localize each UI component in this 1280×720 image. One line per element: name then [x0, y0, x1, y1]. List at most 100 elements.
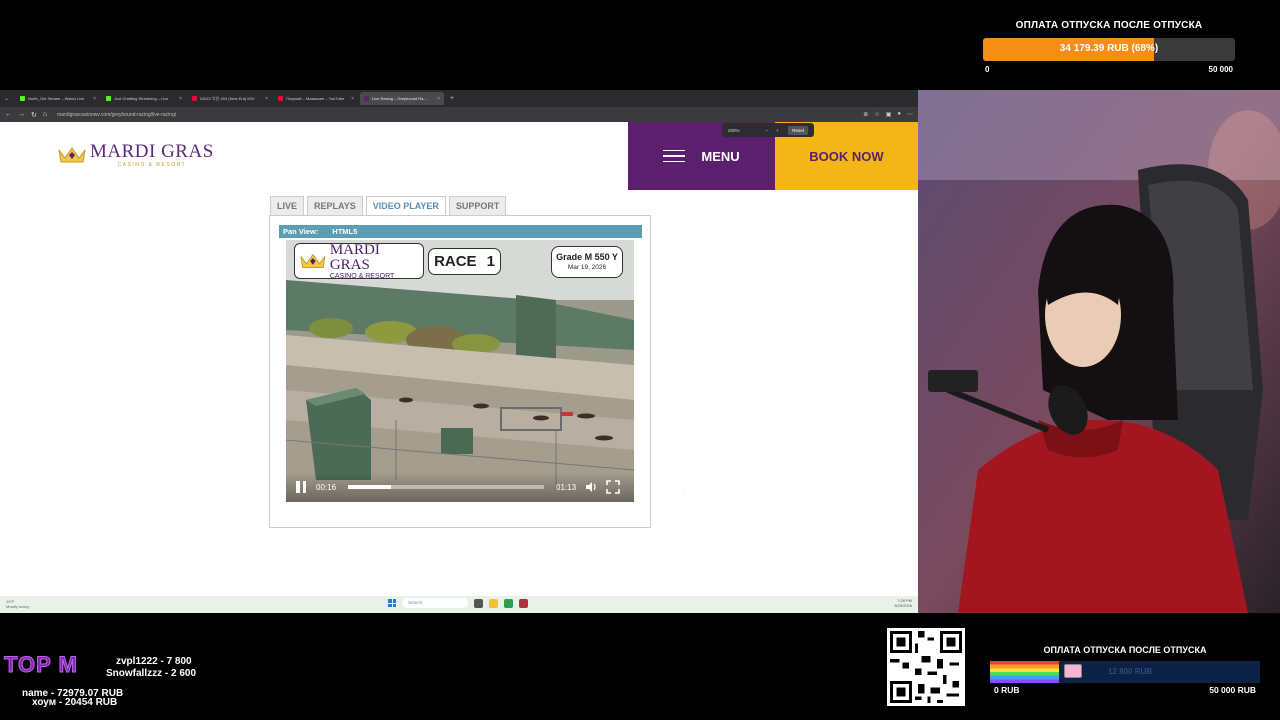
- browser-tab-0[interactable]: North_Girl Stream – Watch Live ×: [16, 92, 100, 105]
- logo-text: MARDI GRAS: [90, 141, 214, 162]
- favicon-icon: [20, 96, 25, 101]
- tab-label: North_Girl Stream – Watch Live: [28, 96, 85, 101]
- reload-icon[interactable]: ↻: [31, 111, 37, 119]
- browser-tab-2[interactable]: IGIDS 악인 404 (New Era) M/V ×: [188, 92, 272, 105]
- site-logo[interactable]: MARDI GRAS CASINO & RESORT: [57, 142, 214, 168]
- race-grade: Grade M 550 Y: [556, 252, 618, 262]
- task-view-icon[interactable]: [474, 598, 483, 608]
- donor-entry: хоум - 20454 RUB: [32, 697, 118, 708]
- zoom-level: 200%: [728, 127, 740, 133]
- star-icon[interactable]: ☆: [874, 111, 879, 118]
- back-icon[interactable]: ←: [5, 111, 12, 118]
- favicon-icon: [278, 96, 283, 101]
- favicon-icon: [106, 96, 111, 101]
- hamburger-icon: [663, 149, 686, 163]
- race-date: Mar 19, 2026: [567, 264, 607, 271]
- goal-amount: 12 800 RUB: [1108, 667, 1153, 676]
- url-field[interactable]: mardigrascasinowv.com/greyhound-racing/l…: [53, 112, 857, 118]
- menu-label: MENU: [701, 148, 740, 164]
- os-taskbar: 19°F Mostly sunny Search 7:28 PM 3/20/20…: [0, 596, 918, 613]
- tab-video-player[interactable]: VIDEO PLAYER: [365, 196, 446, 216]
- browser-tab-3[interactable]: Покупай – Мамашин – YouTube ×: [274, 92, 358, 105]
- book-label: BOOK NOW: [809, 148, 884, 164]
- chrome-icon[interactable]: [504, 598, 513, 608]
- fullscreen-icon[interactable]: [606, 480, 620, 494]
- goal-title: ОПЛАТА ОТПУСКА ПОСЛЕ ОТПУСКА: [1015, 20, 1203, 31]
- close-icon[interactable]: ×: [351, 96, 354, 102]
- goal-progress-fill: [990, 661, 1060, 683]
- tab-label: Live Racing – Greyhound Ra…: [372, 96, 428, 101]
- goal-max: 50 000: [1208, 65, 1233, 74]
- tab-label: Покупай – Мамашин – YouTube: [286, 96, 345, 101]
- goal-title: ОПЛАТА ОТПУСКА ПОСЛЕ ОТПУСКА: [1043, 645, 1207, 655]
- close-icon[interactable]: ×: [437, 96, 440, 102]
- overlay-logo-sub: CASINO & RESORT: [329, 272, 395, 280]
- app-icon[interactable]: [519, 598, 528, 608]
- address-bar: ← → ↻ ⌂ mardigrascasinowv.com/greyhound-…: [0, 107, 918, 122]
- zoom-reset-button[interactable]: Reset: [788, 125, 808, 135]
- new-tab-icon[interactable]: +: [450, 95, 454, 102]
- tab-live[interactable]: LIVE: [270, 196, 305, 216]
- overlay-logo-text: MARDI GRAS: [329, 241, 380, 273]
- page-tabs: LIVE REPLAYS VIDEO PLAYER SUPPORT: [270, 196, 507, 216]
- goal-progress-bar: 34 179.39 RUB (68%): [983, 38, 1235, 61]
- race-label-box: RACE 1: [428, 248, 501, 275]
- tab-support[interactable]: SUPPORT: [448, 196, 507, 216]
- tab-list-icon[interactable]: ⌄: [4, 95, 14, 102]
- duration: 01:13: [556, 482, 577, 492]
- crown-icon: [300, 253, 326, 268]
- close-icon[interactable]: ×: [93, 96, 96, 102]
- stream-frame: ОПЛАТА ОТПУСКА ПОСЛЕ ОТПУСКА 34 179.39 R…: [0, 0, 1280, 720]
- donor-entry: Snowfallzzz - 2 600: [106, 668, 197, 679]
- crown-icon: [58, 147, 86, 163]
- taskbar-search[interactable]: Search: [402, 598, 468, 608]
- current-time: 00:16: [316, 482, 337, 492]
- seek-bar[interactable]: [348, 485, 545, 489]
- tab-label: Just Chatting Streaming – Live: [114, 96, 169, 101]
- browser-tab-1[interactable]: Just Chatting Streaming – Live ×: [102, 92, 186, 105]
- zoom-out-button[interactable]: –: [766, 128, 769, 133]
- donor-entry: zvpl1222 - 7 800: [116, 656, 192, 667]
- zoom-icon[interactable]: ⊕: [863, 111, 868, 118]
- browser-tab-4[interactable]: Live Racing – Greyhound Ra… ×: [360, 92, 444, 105]
- pan-view-value[interactable]: HTML5: [332, 227, 357, 236]
- home-icon[interactable]: ⌂: [43, 111, 47, 118]
- top-donors-label: TOP M: [4, 652, 78, 678]
- tab-replays[interactable]: REPLAYS: [307, 196, 363, 216]
- donation-goal-top: ОПЛАТА ОТПУСКА ПОСЛЕ ОТПУСКА 34 179.39 R…: [983, 20, 1235, 74]
- profile-icon[interactable]: ●: [897, 111, 901, 118]
- seek-played: [348, 485, 392, 489]
- zoom-in-button[interactable]: +: [776, 128, 779, 133]
- more-icon[interactable]: ⋯: [907, 111, 913, 118]
- volume-icon[interactable]: [584, 480, 598, 494]
- pan-view-label: Pan View:: [283, 227, 319, 236]
- video-player[interactable]: MARDI GRAS CASINO & RESORT RACE 1 Grade …: [286, 240, 634, 502]
- zoom-popup: 200% – + Reset: [722, 123, 814, 137]
- goal-progress-bar: 12 800 RUB: [990, 661, 1260, 683]
- clock-date: 3/20/2026: [894, 602, 912, 608]
- extensions-icon[interactable]: ▣: [886, 111, 892, 118]
- video-controls: 00:16 01:13: [286, 472, 634, 502]
- taskbar-clock[interactable]: 7:28 PM 3/20/2026: [894, 598, 912, 609]
- tab-label: IGIDS 악인 404 (New Era) M/V: [200, 95, 255, 101]
- close-icon[interactable]: ×: [179, 96, 182, 102]
- grade-box: Grade M 550 Y Mar 19, 2026: [551, 246, 623, 278]
- forward-icon[interactable]: →: [18, 111, 25, 118]
- goal-progress-text: 34 179.39 RUB (68%): [1059, 43, 1159, 54]
- nyan-cat-icon: [1064, 664, 1082, 678]
- race-number: 1: [486, 253, 495, 270]
- donation-goal-bottom: ОПЛАТА ОТПУСКА ПОСЛЕ ОТПУСКА 12 800 RUB …: [990, 645, 1260, 695]
- file-explorer-icon[interactable]: [489, 598, 498, 608]
- pan-view-bar: Pan View: HTML5: [279, 225, 642, 238]
- close-icon[interactable]: ×: [265, 96, 268, 102]
- video-overlay-logo: MARDI GRAS CASINO & RESORT: [294, 241, 424, 280]
- qr-code: [887, 628, 965, 706]
- mouse-cursor: ·: [683, 490, 685, 496]
- favicon-icon: [364, 96, 369, 101]
- goal-min: 0: [985, 65, 990, 74]
- windows-start-icon[interactable]: [388, 599, 396, 607]
- pause-icon[interactable]: [296, 481, 308, 493]
- weather-widget[interactable]: 19°F Mostly sunny: [6, 599, 29, 609]
- webcam-feed: [918, 90, 1280, 613]
- web-page: MARDI GRAS CASINO & RESORT MENU BOOK NOW…: [0, 122, 918, 596]
